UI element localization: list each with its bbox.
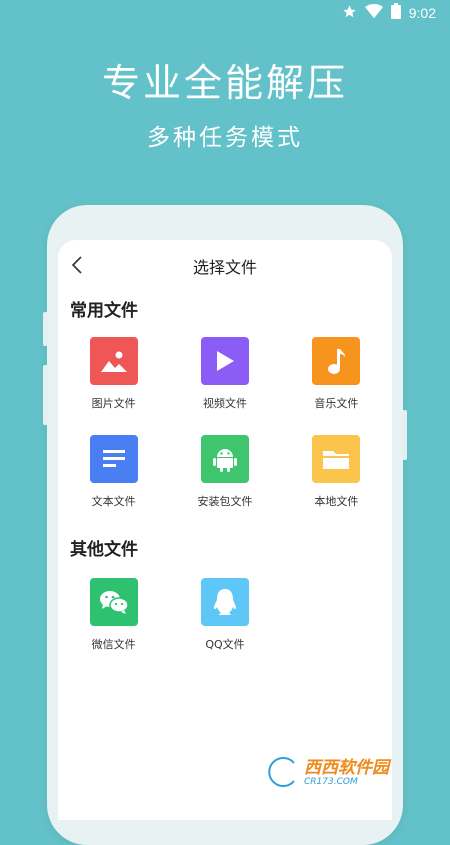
section-title-common: 常用文件 [70, 301, 138, 321]
common-file-grid: 图片文件 视频文件 音乐文件 文本文件 安装包文件 本地文件 [58, 337, 392, 533]
file-type-text[interactable]: 文本文件 [58, 435, 169, 533]
file-type-label: 微信文件 [91, 638, 136, 651]
file-type-video[interactable]: 视频文件 [169, 337, 280, 435]
file-type-wechat[interactable]: 微信文件 [58, 578, 169, 676]
phone-side-button-right [402, 410, 407, 460]
wifi-icon [364, 3, 383, 23]
status-bar: 9:02 [0, 0, 450, 26]
screen-title: 选择文件 [192, 258, 257, 277]
watermark-sub: CR173.COM [304, 777, 358, 788]
file-type-qq[interactable]: QQ文件 [169, 578, 280, 676]
promo-subline: 多种任务模式 [147, 125, 303, 151]
file-type-local[interactable]: 本地文件 [281, 435, 392, 533]
promo-headline: 专业全能解压 [101, 61, 348, 105]
app-screen: 选择文件 常用文件 图片文件 视频文件 音乐文件 文本文件 安装包文件 本地文件… [58, 240, 392, 820]
android-icon [200, 435, 249, 483]
file-type-label: 本地文件 [314, 495, 359, 508]
clock-time: 9:02 [408, 5, 436, 21]
file-type-label: 音乐文件 [314, 397, 359, 410]
battery-icon [390, 3, 401, 23]
phone-side-button-left-2 [43, 365, 48, 425]
phone-side-button-left-1 [43, 312, 48, 346]
star-icon [342, 4, 357, 23]
wechat-icon [89, 578, 138, 626]
folder-icon [312, 435, 361, 483]
file-type-music[interactable]: 音乐文件 [281, 337, 392, 435]
watermark-logo: 西西软件园 CR173.COM [266, 754, 436, 794]
text-lines-icon [89, 435, 138, 483]
section-title-other: 其他文件 [70, 540, 138, 560]
watermark-text: 西西软件园 [304, 758, 389, 779]
nav-bar: 选择文件 [58, 240, 392, 292]
watermark-c-icon [266, 755, 300, 793]
file-type-image[interactable]: 图片文件 [58, 337, 169, 435]
file-type-label: QQ文件 [205, 638, 245, 651]
file-type-label: 图片文件 [91, 397, 136, 410]
qq-penguin-icon [200, 578, 249, 626]
file-type-label: 安装包文件 [197, 495, 253, 508]
file-type-label: 视频文件 [202, 397, 247, 410]
other-file-grid: 微信文件 QQ文件 [58, 578, 392, 676]
image-icon [89, 337, 138, 385]
back-arrow-icon[interactable] [66, 253, 90, 277]
music-note-icon [312, 337, 361, 385]
play-icon [200, 337, 249, 385]
file-type-label: 文本文件 [91, 495, 136, 508]
file-type-apk[interactable]: 安装包文件 [169, 435, 280, 533]
